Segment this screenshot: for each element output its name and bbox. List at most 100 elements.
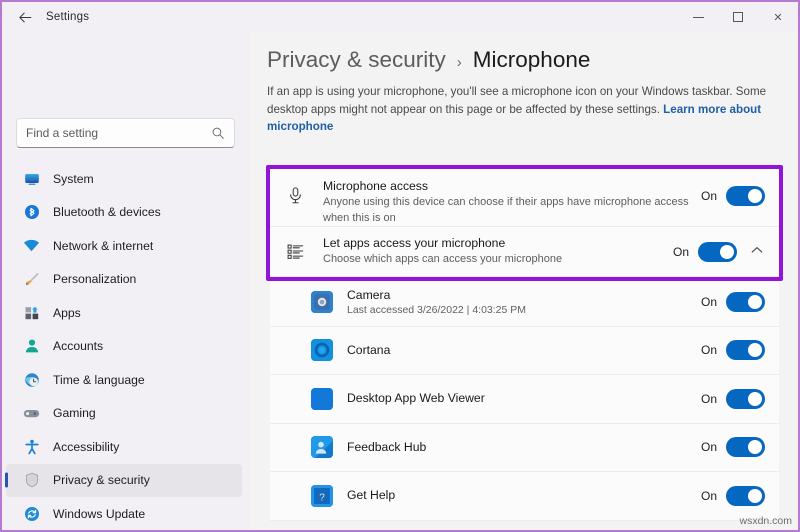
- sidebar-item-label: Windows Update: [53, 506, 146, 521]
- toggle-knob: [748, 488, 762, 503]
- toggle-knob: [748, 440, 762, 455]
- sidebar-item-accounts[interactable]: Accounts: [6, 330, 242, 364]
- window-title: Settings: [46, 11, 90, 23]
- accessibility-icon: [23, 438, 40, 455]
- let-apps-access-title: Let apps access your microphone: [323, 235, 506, 250]
- microphone-access-toggle[interactable]: [726, 186, 765, 206]
- minimize-button[interactable]: [678, 2, 718, 32]
- microphone-access-state: On: [700, 189, 717, 203]
- breadcrumb: Privacy & security › Microphone: [267, 47, 798, 73]
- sidebar-nav: System Bluetooth & devices Network & int…: [2, 162, 249, 530]
- back-button[interactable]: [10, 4, 40, 30]
- toggle-knob: [748, 189, 762, 203]
- sidebar-item-network-internet[interactable]: Network & internet: [6, 229, 242, 263]
- gamepad-icon: [23, 405, 40, 422]
- toggle-knob: [720, 244, 734, 259]
- chevron-up-icon[interactable]: [749, 246, 765, 257]
- title-bar: Settings ✕: [2, 2, 798, 32]
- app-name: Cortana: [347, 342, 391, 357]
- sidebar-item-label: Bluetooth & devices: [53, 205, 161, 220]
- sidebar-item-label: Apps: [53, 305, 81, 320]
- chevron-right-icon: ›: [456, 54, 462, 71]
- feedback-app-icon: [311, 436, 333, 459]
- sidebar-item-label: System: [53, 171, 94, 186]
- app-toggle[interactable]: [726, 437, 765, 458]
- settings-list: Microphone access Anyone using this devi…: [270, 169, 779, 530]
- app-name: Desktop App Web Viewer: [347, 391, 485, 406]
- app-state: On: [700, 294, 717, 309]
- sidebar-item-accessibility[interactable]: Accessibility: [6, 430, 242, 464]
- let-apps-access-subtitle: Choose which apps can access your microp…: [323, 252, 563, 265]
- app-row-get-help[interactable]: ? Get Help On: [270, 472, 779, 521]
- let-apps-access-control: On: [672, 241, 765, 262]
- app-row-camera[interactable]: Camera Last accessed 3/26/2022 | 4:03:25…: [270, 278, 779, 327]
- watermark: wsxdn.com: [739, 515, 792, 527]
- app-toggle[interactable]: [726, 291, 765, 312]
- app-name: Camera: [347, 287, 391, 302]
- app-toggle[interactable]: [726, 340, 765, 361]
- sidebar-item-system[interactable]: System: [6, 162, 242, 196]
- sidebar-item-personalization[interactable]: Personalization: [6, 263, 242, 297]
- microphone-access-text: Microphone access Anyone using this devi…: [323, 179, 701, 226]
- app-row-cortana[interactable]: Cortana On: [270, 326, 779, 375]
- app-state: On: [700, 440, 717, 455]
- let-apps-access-row[interactable]: Let apps access your microphone Choose w…: [270, 227, 779, 277]
- microphone-access-row[interactable]: Microphone access Anyone using this devi…: [270, 169, 779, 227]
- sidebar-item-time-language[interactable]: Time & language: [6, 363, 242, 397]
- let-apps-access-text: Let apps access your microphone Choose w…: [323, 236, 673, 268]
- app-toggle[interactable]: [726, 388, 765, 409]
- shield-icon: [23, 472, 40, 489]
- search-box[interactable]: [16, 118, 235, 148]
- webviewer-app-icon: [311, 387, 333, 410]
- let-apps-access-state: On: [672, 244, 689, 259]
- svg-text:?: ?: [319, 492, 325, 503]
- sidebar-item-label: Accessibility: [53, 439, 120, 454]
- breadcrumb-parent[interactable]: Privacy & security: [267, 47, 446, 73]
- app-text: Get Help: [347, 488, 701, 503]
- sidebar-item-gaming[interactable]: Gaming: [6, 397, 242, 431]
- microphone-access-control: On: [701, 186, 765, 206]
- sidebar-item-bluetooth-devices[interactable]: Bluetooth & devices: [6, 196, 242, 230]
- app-row-desktop-app-web-viewer[interactable]: Desktop App Web Viewer On: [270, 375, 779, 424]
- sidebar-item-label: Personalization: [53, 272, 137, 287]
- sidebar-item-privacy-security[interactable]: Privacy & security: [6, 463, 242, 497]
- app-control: On: [700, 437, 765, 458]
- sidebar-item-label: Network & internet: [53, 238, 154, 253]
- page-description: If an app is using your microphone, you'…: [267, 83, 772, 136]
- app-last-accessed: Last accessed 3/26/2022 | 4:03:25 PM: [347, 303, 527, 316]
- app-row-feedback-hub[interactable]: Feedback Hub On: [270, 423, 779, 472]
- settings-window: Settings ✕ System: [0, 0, 800, 532]
- microphone-access-subtitle: Anyone using this device can choose if t…: [323, 196, 689, 224]
- sidebar-item-windows-update[interactable]: Windows Update: [6, 497, 242, 530]
- let-apps-access-toggle[interactable]: [698, 241, 737, 262]
- toggle-knob: [748, 294, 762, 309]
- content-pane: Privacy & security › Microphone If an ap…: [249, 32, 798, 530]
- search-icon: [212, 127, 224, 139]
- wifi-icon: [23, 237, 40, 254]
- sidebar-item-label: Privacy & security: [53, 473, 150, 488]
- maximize-icon: [733, 12, 743, 22]
- minimize-icon: [692, 16, 704, 18]
- apps-grid-icon: [23, 304, 40, 321]
- search-input[interactable]: [26, 126, 211, 140]
- update-sync-icon: [23, 505, 40, 522]
- app-toggle[interactable]: [726, 485, 765, 506]
- app-text: Cortana: [347, 343, 701, 358]
- sidebar-item-apps[interactable]: Apps: [6, 296, 242, 330]
- microphone-icon: [283, 186, 307, 205]
- app-control: On: [701, 388, 765, 409]
- back-arrow-icon: [18, 12, 31, 22]
- monitor-icon: [23, 170, 40, 187]
- sidebar-item-label: Time & language: [53, 372, 145, 387]
- clock-globe-icon: [23, 371, 40, 388]
- bluetooth-icon: [23, 204, 40, 221]
- person-icon: [23, 338, 40, 355]
- app-control: On: [701, 485, 765, 506]
- close-button[interactable]: ✕: [758, 2, 798, 32]
- app-text: Feedback Hub: [347, 440, 701, 455]
- window-controls: ✕: [678, 2, 798, 32]
- toggle-knob: [748, 343, 762, 358]
- toggle-knob: [748, 391, 762, 406]
- camera-app-icon: [311, 290, 333, 313]
- maximize-button[interactable]: [718, 2, 758, 32]
